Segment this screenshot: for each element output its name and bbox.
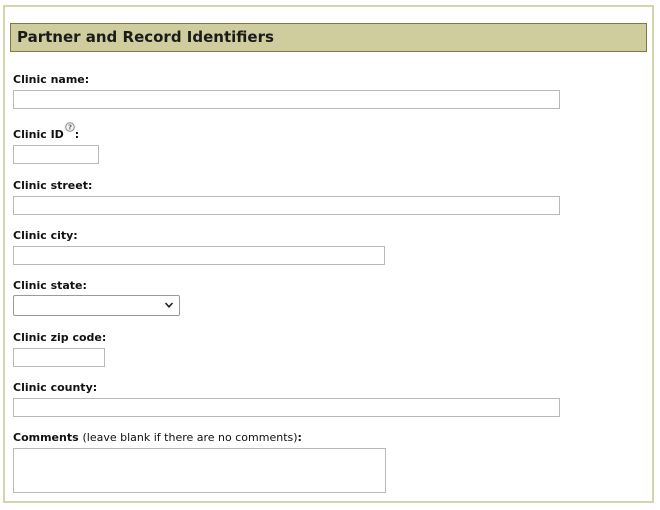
- clinic-county-label: Clinic county:: [13, 381, 98, 394]
- clinic-id-label-suffix: :: [74, 128, 80, 141]
- clinic-id-label: Clinic ID: [13, 128, 64, 141]
- comments-note: (leave blank if there are no comments): [82, 431, 298, 444]
- clinic-street-label: Clinic street:: [13, 179, 93, 192]
- comments-label: Comments: [13, 431, 79, 444]
- question-mark-circle-icon[interactable]: ?: [64, 122, 75, 132]
- clinic-state-select[interactable]: [13, 295, 180, 316]
- clinic-id-input[interactable]: [13, 145, 99, 164]
- clinic-id-label-row: Clinic ID?:: [13, 122, 80, 141]
- clinic-zip-label: Clinic zip code:: [13, 331, 107, 344]
- clinic-city-label: Clinic city:: [13, 229, 78, 242]
- clinic-zip-input[interactable]: [13, 348, 105, 367]
- comments-label-row: Comments (leave blank if there are no co…: [13, 431, 302, 444]
- comments-textarea[interactable]: [13, 448, 386, 493]
- clinic-county-input[interactable]: [13, 398, 560, 417]
- clinic-street-input[interactable]: [13, 196, 560, 215]
- section-header: Partner and Record Identifiers: [10, 23, 647, 52]
- comments-label-suffix: :: [297, 431, 302, 444]
- form-panel: Partner and Record Identifiers Clinic na…: [3, 5, 654, 503]
- svg-text:?: ?: [68, 124, 72, 132]
- clinic-name-input[interactable]: [13, 90, 560, 109]
- clinic-name-label: Clinic name:: [13, 73, 90, 86]
- chevron-down-icon: [164, 299, 174, 311]
- clinic-state-label: Clinic state:: [13, 279, 87, 292]
- clinic-city-input[interactable]: [13, 246, 385, 265]
